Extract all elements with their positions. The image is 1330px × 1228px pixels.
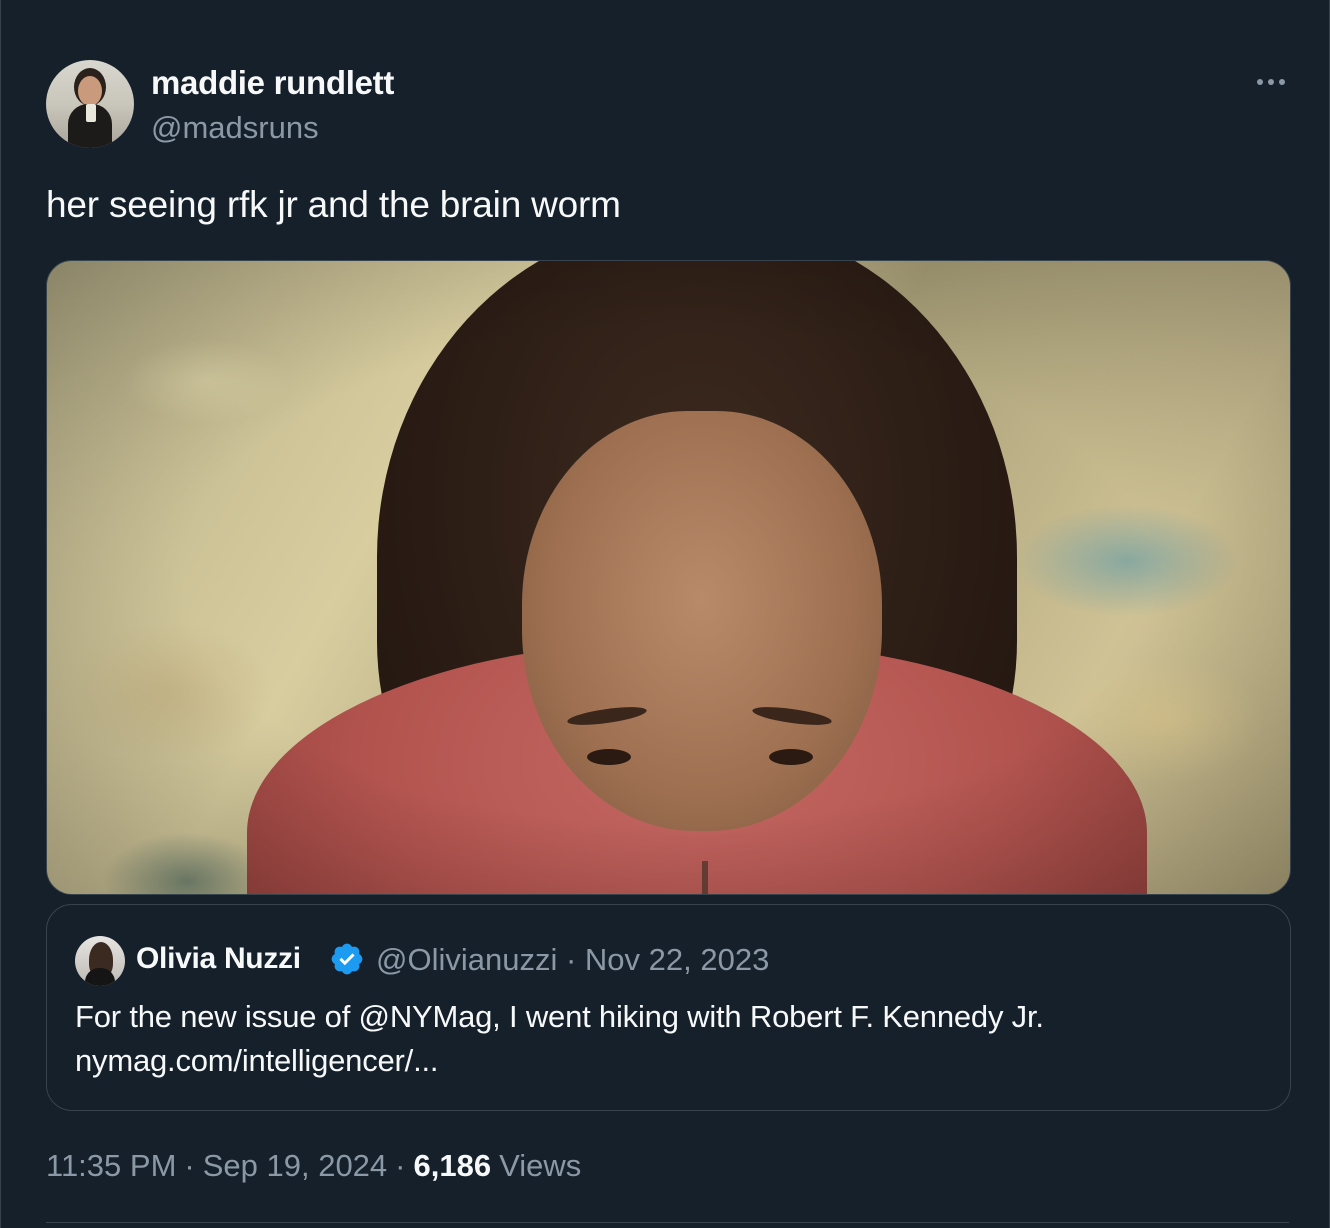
tweet-text: her seeing rfk jr and the brain worm [46, 184, 621, 225]
tweet-meta-row: 11:35 PM · Sep 19, 2024 · 6,186 Views [46, 1148, 581, 1184]
views-count[interactable]: 6,186 [414, 1148, 492, 1184]
views-label: Views [499, 1148, 582, 1183]
tweet-detail: maddie rundlett @madsruns her seeing rfk… [0, 0, 1330, 1228]
quoted-author-avatar[interactable] [75, 936, 125, 986]
divider [46, 1222, 1289, 1223]
avatar-head-shape [78, 76, 102, 106]
separator: · [184, 1148, 195, 1183]
quoted-handle-and-date[interactable]: @Olivianuzzi · Nov 22, 2023 [376, 942, 769, 978]
avatar-phone-shape [86, 104, 96, 122]
verified-badge-icon [331, 943, 363, 975]
image-vignette [47, 261, 1290, 894]
tweet-time[interactable]: 11:35 PM [46, 1148, 176, 1184]
separator: · [395, 1148, 406, 1183]
author-handle[interactable]: @madsruns [151, 110, 319, 146]
author-avatar[interactable] [46, 60, 134, 148]
more-options-button[interactable] [1247, 62, 1295, 102]
more-horizontal-icon-dot [1279, 79, 1285, 85]
quoted-tweet-text: For the new issue of @NYMag, I went hiki… [75, 995, 1255, 1083]
quoted-text-line-1: For the new issue of @NYMag, I went hiki… [75, 999, 1044, 1034]
more-horizontal-icon [1257, 79, 1263, 85]
quoted-link[interactable]: nymag.com/intelligencer/... [75, 1039, 1255, 1083]
author-display-name[interactable]: maddie rundlett [151, 64, 394, 102]
tweet-date[interactable]: Sep 19, 2024 [203, 1148, 387, 1184]
quoted-tweet-card[interactable]: Olivia Nuzzi @Olivianuzzi · Nov 22, 2023… [46, 904, 1291, 1111]
more-horizontal-icon-dot [1268, 79, 1274, 85]
tweet-media-image[interactable] [46, 260, 1291, 895]
quoted-author-name[interactable]: Olivia Nuzzi [136, 942, 301, 976]
